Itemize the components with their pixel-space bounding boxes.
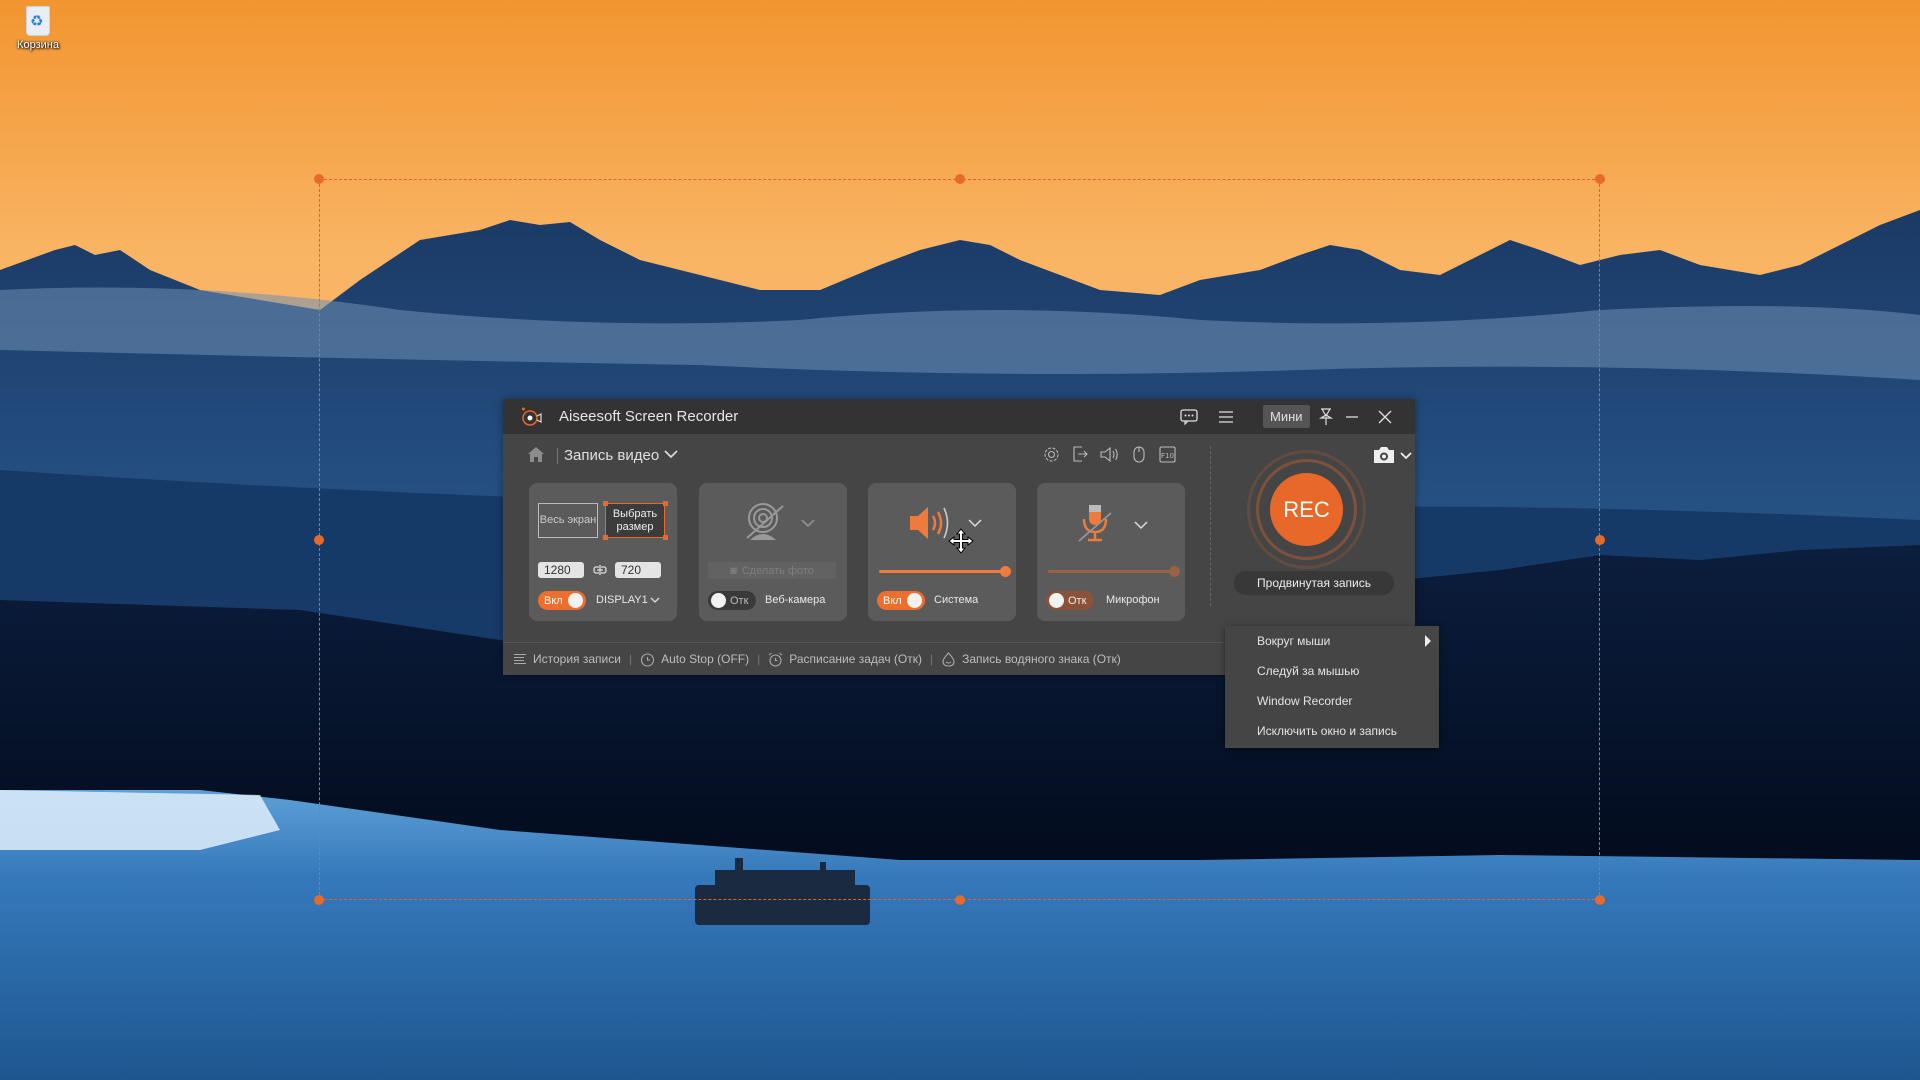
mode-toolbar: Запись видео F10	[503, 434, 1203, 476]
menu-item-window-recorder[interactable]: Window Recorder	[1225, 686, 1439, 716]
camera-icon	[1374, 447, 1394, 463]
pin-icon	[1319, 407, 1333, 425]
system-sound-card: Вкл Система	[868, 483, 1016, 621]
width-input[interactable]: 1280	[538, 562, 584, 578]
menu-button[interactable]	[1214, 405, 1238, 428]
hotkey-button[interactable]: F10	[1158, 444, 1177, 464]
export-button[interactable]	[1071, 444, 1090, 464]
recycle-bin-shortcut[interactable]: Корзина	[10, 6, 66, 51]
menu-item-around-mouse[interactable]: Вокруг мыши	[1225, 626, 1439, 656]
menu-item-follow-mouse[interactable]: Следуй за мышью	[1225, 656, 1439, 686]
system-volume-handle[interactable]	[1000, 566, 1011, 577]
display-card: Весь экран Выбрать размер 1280 720 Вкл D…	[529, 483, 677, 621]
submenu-arrow-icon	[1425, 635, 1431, 647]
webcam-card: ◙ Сделать фото Отк Веб-камера	[699, 483, 847, 621]
advanced-recorder-menu: Вокруг мыши Следуй за мышью Window Recor…	[1225, 626, 1439, 748]
app-logo-icon	[522, 407, 542, 426]
schedule-link[interactable]: Расписание задач (Отк)	[768, 652, 922, 667]
toggle-state-label: Вкл	[544, 594, 563, 607]
chevron-down-icon[interactable]	[663, 448, 679, 460]
record-panel: REC Продвинутая запись	[1210, 434, 1415, 639]
system-sound-toggle[interactable]: Вкл	[877, 591, 925, 610]
mouse-settings-button[interactable]	[1129, 444, 1148, 464]
home-icon[interactable]	[527, 446, 545, 463]
recycle-bin-label: Корзина	[17, 39, 59, 51]
f10-key-icon: F10	[1159, 445, 1176, 463]
mini-mode-button[interactable]: Мини	[1263, 405, 1310, 428]
window-title: Aiseesoft Screen Recorder	[559, 408, 739, 425]
toggle-state-label: Отк	[1068, 594, 1087, 607]
chevron-down-icon[interactable]	[968, 518, 982, 528]
advanced-recorder-button[interactable]: Продвинутая запись	[1234, 571, 1394, 595]
resize-handle-right[interactable]	[1595, 535, 1605, 545]
screenshot-button[interactable]	[1373, 446, 1415, 464]
system-volume-slider[interactable]	[879, 570, 1005, 573]
history-link[interactable]: История записи	[513, 652, 621, 666]
gear-icon	[1044, 446, 1059, 462]
pin-button[interactable]	[1316, 405, 1336, 428]
link-ratio-icon[interactable]	[593, 564, 607, 576]
custom-size-button[interactable]: Выбрать размер	[605, 503, 665, 538]
clock-icon	[641, 652, 655, 667]
chevron-down-icon[interactable]	[1134, 520, 1148, 530]
microphone-card: Отк Микрофон	[1037, 483, 1185, 621]
full-screen-button[interactable]: Весь экран	[538, 503, 598, 538]
close-button[interactable]	[1374, 405, 1396, 428]
title-bar[interactable]: Aiseesoft Screen Recorder Мини	[503, 399, 1415, 434]
resize-handle-top-right[interactable]	[1595, 174, 1605, 184]
minimize-icon	[1346, 415, 1358, 418]
resize-handle-bottom[interactable]	[955, 895, 965, 905]
feedback-button[interactable]	[1177, 405, 1201, 428]
resize-handle-top[interactable]	[955, 174, 965, 184]
auto-stop-link[interactable]: Auto Stop (OFF)	[640, 652, 749, 667]
alarm-clock-icon	[768, 652, 783, 667]
chevron-down-icon	[1400, 452, 1412, 460]
camera-icon: ◙	[730, 564, 737, 577]
chevron-down-icon[interactable]	[801, 518, 815, 528]
microphone-off-icon	[1078, 505, 1112, 542]
chat-icon	[1180, 408, 1198, 425]
microphone-toggle[interactable]: Отк	[1046, 591, 1094, 610]
list-icon	[514, 654, 526, 664]
toggle-state-label: Отк	[730, 594, 749, 607]
speaker-icon	[1100, 446, 1118, 462]
rec-button[interactable]: REC	[1270, 473, 1343, 546]
resize-handle-bottom-right[interactable]	[1595, 895, 1605, 905]
mouse-icon	[1132, 446, 1145, 463]
microphone-label: Микрофон	[1106, 594, 1160, 606]
watermark-link[interactable]: Запись водяного знака (Отк)	[941, 651, 1121, 667]
chevron-down-icon[interactable]	[650, 596, 660, 604]
webcam-label: Веб-камера	[765, 594, 826, 606]
toggle-state-label: Вкл	[883, 594, 902, 607]
display-toggle[interactable]: Вкл	[538, 591, 586, 610]
height-input[interactable]: 720	[615, 562, 661, 578]
take-photo-button[interactable]: ◙ Сделать фото	[708, 562, 836, 579]
move-cursor-icon	[948, 528, 974, 554]
webcam-off-icon	[746, 503, 784, 540]
mode-select[interactable]: Запись видео	[564, 447, 659, 464]
close-icon	[1378, 410, 1392, 423]
menu-item-exclude-window[interactable]: Исключить окно и запись	[1225, 716, 1439, 746]
export-icon	[1073, 446, 1088, 462]
microphone-volume-slider[interactable]	[1048, 570, 1174, 573]
resize-handle-top-left[interactable]	[314, 174, 324, 184]
minimize-button[interactable]	[1341, 405, 1363, 428]
recycle-bin-icon	[26, 6, 50, 36]
microphone-volume-handle[interactable]	[1169, 566, 1180, 577]
svg-text:F10: F10	[1161, 452, 1174, 460]
settings-button[interactable]	[1042, 444, 1061, 464]
hamburger-icon	[1219, 410, 1233, 423]
watermark-drop-icon	[942, 651, 955, 667]
resize-handle-bottom-left[interactable]	[314, 895, 324, 905]
webcam-toggle[interactable]: Отк	[708, 591, 756, 610]
divider	[557, 448, 558, 464]
sound-settings-button[interactable]	[1100, 444, 1119, 464]
system-sound-label: Система	[934, 594, 979, 606]
display-select[interactable]: DISPLAY1	[596, 594, 648, 606]
resize-handle-left[interactable]	[314, 535, 324, 545]
